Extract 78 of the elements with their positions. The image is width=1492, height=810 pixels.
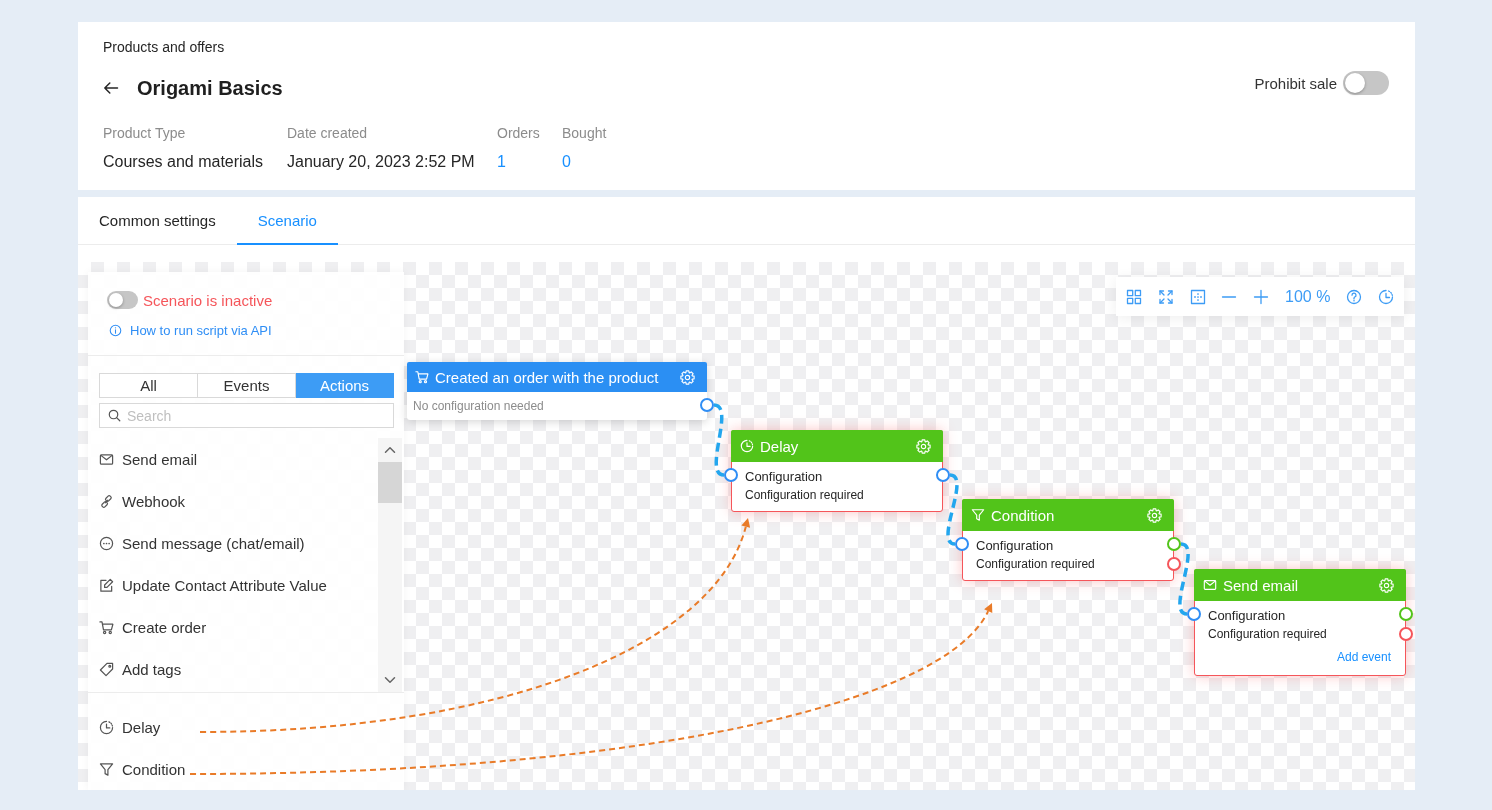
node-title: Condition <box>991 506 1056 524</box>
history-icon[interactable] <box>1377 288 1394 305</box>
toggle-switch[interactable] <box>1343 71 1389 95</box>
node-text: Configuration <box>1208 607 1287 625</box>
block-item[interactable]: Webhook <box>99 480 378 522</box>
link-icon <box>99 493 114 509</box>
node-text: Configuration <box>976 537 1055 555</box>
filter-icon <box>99 761 114 777</box>
breadcrumb-link[interactable]: Products and offers <box>103 38 225 56</box>
settings-icon[interactable] <box>1379 577 1394 593</box>
filter-tab[interactable]: Events <box>198 373 296 398</box>
output-port-icon[interactable] <box>1399 627 1413 641</box>
back-icon[interactable] <box>103 80 119 96</box>
block-item[interactable]: Update Contact Attribute Value <box>99 564 378 606</box>
fit-frame-icon[interactable] <box>1189 288 1206 305</box>
node-title: Send email <box>1223 576 1300 594</box>
output-port-icon[interactable] <box>1399 607 1413 621</box>
settings-icon[interactable] <box>1147 507 1162 523</box>
help-icon[interactable] <box>1346 288 1363 305</box>
node-text: Configuration required <box>976 556 1096 573</box>
block-item[interactable]: Condition <box>99 748 404 790</box>
detail-label: Product Type <box>103 124 186 142</box>
search-field[interactable]: Search <box>99 403 394 428</box>
tab[interactable]: Common settings <box>78 197 237 245</box>
block-item[interactable]: Delay <box>99 706 404 748</box>
node-title: Created an order with the product <box>435 368 660 386</box>
cart-icon <box>99 619 114 635</box>
block-item[interactable]: Add tags <box>99 648 378 690</box>
output-port-icon[interactable] <box>1167 557 1181 571</box>
search-icon <box>108 409 121 422</box>
fullscreen-icon[interactable] <box>1157 288 1174 305</box>
block-item[interactable]: Send email <box>99 438 378 480</box>
envelope-icon <box>1203 578 1217 592</box>
node-text: Configuration <box>745 468 824 486</box>
info-icon <box>109 323 122 337</box>
input-port-icon[interactable] <box>724 468 738 482</box>
detail-label: Bought <box>562 124 607 142</box>
prohibit-sale-label: Prohibit sale <box>1254 74 1337 92</box>
detail-value: January 20, 2023 2:52 PM <box>287 152 475 172</box>
detail-label: Orders <box>497 124 540 142</box>
output-port-icon[interactable] <box>936 468 950 482</box>
output-port-icon[interactable] <box>700 398 714 412</box>
cart-icon <box>415 370 429 384</box>
event-node[interactable]: Created an order with the product No configuration needed <box>407 362 707 420</box>
settings-icon[interactable] <box>680 369 695 385</box>
scrollbar[interactable] <box>378 438 402 692</box>
settings-icon[interactable] <box>916 438 931 454</box>
detail-value: Courses and materials <box>103 152 264 172</box>
toggle-switch[interactable] <box>107 291 138 309</box>
chat-bubble-icon <box>99 535 114 551</box>
input-port-icon[interactable] <box>1187 607 1201 621</box>
chevron-down-icon[interactable] <box>384 674 396 686</box>
chevron-up-icon[interactable] <box>384 444 396 456</box>
zoom-in-icon[interactable] <box>1253 288 1270 305</box>
node-text: Configuration required <box>745 487 865 504</box>
clock-icon <box>740 439 754 453</box>
grid-icon[interactable] <box>1126 288 1142 305</box>
node-text: No configuration needed <box>413 398 545 415</box>
detail-label: Date created <box>287 124 368 142</box>
status-label: Scenario is inactive <box>143 291 273 309</box>
zoom-level: 100 % <box>1285 287 1331 306</box>
node-title: Delay <box>760 437 800 455</box>
output-port-icon[interactable] <box>1167 537 1181 551</box>
edit-icon <box>99 577 114 593</box>
action-node[interactable]: Send email Configuration Configuration required Add event <box>1194 569 1406 676</box>
filter-icon <box>971 508 985 522</box>
action-node[interactable]: Delay Configuration Configuration required <box>731 430 943 512</box>
block-item[interactable]: Create order <box>99 606 378 648</box>
product-title: Origami Basics <box>137 76 283 100</box>
envelope-icon <box>99 451 114 467</box>
block-item[interactable]: Send message (chat/email) <box>99 522 378 564</box>
filter-tab[interactable]: All <box>99 373 198 398</box>
action-node[interactable]: Condition Configuration Configuration required <box>962 499 1174 581</box>
input-port-icon[interactable] <box>955 537 969 551</box>
tag-icon <box>99 661 114 677</box>
node-text: Configuration required <box>1208 626 1328 643</box>
scrollbar-thumb[interactable] <box>378 462 402 503</box>
clock-icon <box>99 719 114 735</box>
